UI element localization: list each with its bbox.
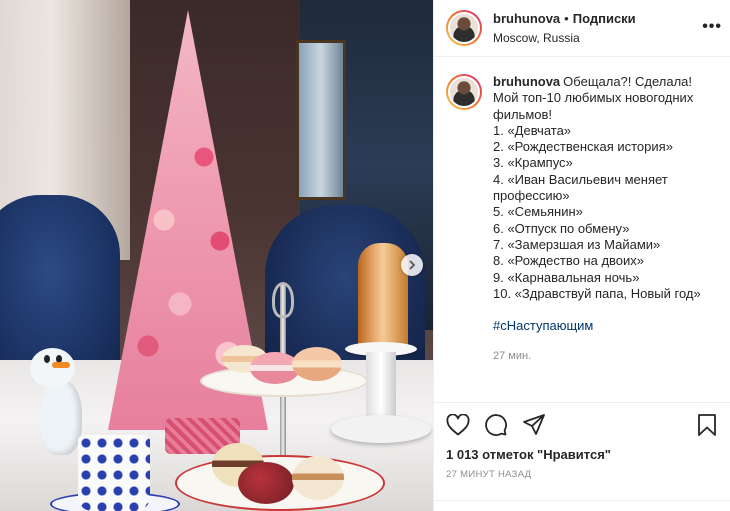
hashtag-link[interactable]: #сНаступающим	[493, 318, 701, 334]
post-timestamp[interactable]: 27 МИНУТ НАЗАД	[446, 469, 719, 480]
caption-line: bruhunova Обещала?! Сделала!	[493, 74, 693, 89]
movie-list-item: 2. «Рождественская история»	[493, 139, 673, 155]
olaf-figurine-body	[40, 380, 82, 455]
movie-list-item: 5. «Семьянин»	[493, 204, 583, 220]
separator-dot: •	[564, 11, 569, 26]
movie-list-item: 6. «Отпуск по обмену»	[493, 220, 630, 236]
candle-stand-base	[331, 415, 431, 443]
cake-stand-handle	[272, 282, 294, 318]
comment-icon[interactable]	[484, 413, 508, 437]
chevron-right-icon	[409, 260, 416, 270]
movie-list-item: 10. «Здравствуй папа, Новый год»	[493, 285, 701, 301]
following-button[interactable]: Подписки	[573, 11, 636, 26]
movie-list-item: 8. «Рождество на двоих»	[493, 253, 645, 269]
caption-avatar[interactable]	[446, 74, 482, 110]
candle-stand	[366, 352, 396, 422]
location-link[interactable]: Moscow, Russia	[493, 31, 636, 45]
caption-comment: bruhunova Обещала?! Сделала! Мой топ-10 л…	[434, 57, 730, 397]
post-photo[interactable]	[0, 0, 433, 511]
add-comment-bar[interactable]	[434, 500, 730, 511]
heart-icon[interactable]	[446, 414, 470, 436]
olaf-figurine-head	[30, 348, 75, 388]
more-options-icon[interactable]: •••	[702, 18, 722, 36]
movie-list-item: 4. «Иван Васильевич меняет	[493, 171, 668, 187]
post-header: bruhunova • Подписки Moscow, Russia •••	[434, 0, 730, 57]
macaron	[292, 456, 344, 500]
avatar[interactable]	[446, 10, 482, 46]
movie-list-item: 3. «Крампус»	[493, 155, 573, 171]
likes-count[interactable]: 1 013 отметок "Нравится"	[446, 447, 719, 462]
post-actions: 1 013 отметок "Нравится" 27 МИНУТ НАЗАД	[434, 402, 730, 480]
olaf-eye	[44, 355, 50, 363]
caption-text: bruhunova Обещала?! Сделала! Мой топ-10 л…	[493, 74, 701, 397]
caption-username-link[interactable]: bruhunova	[493, 74, 560, 89]
caption-line: Мой топ-10 любимых новогодних	[493, 90, 694, 106]
olaf-nose	[52, 362, 70, 368]
movie-list-item: 1. «Девчата»	[493, 122, 572, 138]
macaron	[292, 347, 342, 381]
movie-list-item: 9. «Карнавальная ночь»	[493, 269, 640, 285]
wall-frame	[296, 40, 346, 200]
movie-list-item: профессию»	[493, 188, 570, 204]
polka-dot-cup	[78, 435, 150, 511]
movie-list-item: 7. «Замерзшая из Майами»	[493, 236, 661, 252]
action-icons	[446, 412, 719, 438]
macaron	[238, 462, 294, 504]
gold-candle	[358, 243, 408, 351]
caption-time: 27 мин.	[493, 350, 532, 363]
caption-line: фильмов!	[493, 106, 553, 122]
bookmark-icon[interactable]	[697, 413, 717, 437]
next-photo-button[interactable]	[401, 254, 423, 276]
username-link[interactable]: bruhunova	[493, 11, 560, 26]
share-icon[interactable]	[522, 413, 546, 437]
post-side-panel: bruhunova • Подписки Moscow, Russia ••• br…	[433, 0, 730, 511]
